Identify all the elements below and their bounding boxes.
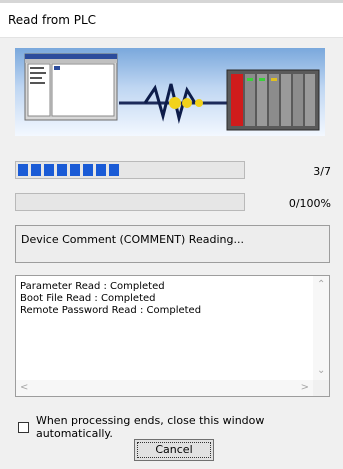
percent-progress-bar xyxy=(15,193,245,211)
title-bar[interactable]: Read from PLC xyxy=(0,3,343,37)
progress-segment xyxy=(57,164,67,176)
progress-segment xyxy=(18,164,28,176)
pc-to-plc-illustration xyxy=(24,53,320,131)
horizontal-scrollbar[interactable]: < > xyxy=(16,380,313,396)
log-line: Parameter Read : Completed xyxy=(20,281,165,292)
percent-counter: 0/100% xyxy=(288,197,331,210)
auto-close-option[interactable]: When processing ends, close this window … xyxy=(18,414,343,440)
cancel-button[interactable]: Cancel xyxy=(134,439,214,461)
log-list[interactable]: Parameter Read : Completed Boot File Rea… xyxy=(15,275,330,397)
data-dot-3 xyxy=(195,99,203,107)
progress-segment xyxy=(70,164,80,176)
plc-rack-icon xyxy=(226,69,320,131)
window-title: Read from PLC xyxy=(8,13,97,27)
status-box: Device Comment (COMMENT) Reading... xyxy=(15,225,330,263)
scroll-up-icon[interactable]: ⌃ xyxy=(317,280,325,290)
progress-segment xyxy=(83,164,93,176)
progress-segment xyxy=(96,164,106,176)
progress-segment xyxy=(109,164,119,176)
title-divider xyxy=(0,37,343,38)
vertical-scrollbar[interactable]: ⌃ ⌄ xyxy=(313,276,329,380)
progress-segment xyxy=(31,164,41,176)
log-line: Remote Password Read : Completed xyxy=(20,305,202,316)
data-dot-2 xyxy=(182,98,192,108)
step-progress-bar xyxy=(15,161,245,179)
step-progress-fill xyxy=(18,164,119,176)
progress-segment xyxy=(44,164,54,176)
data-dot-1 xyxy=(169,97,181,109)
plc-transfer-banner xyxy=(15,48,325,136)
status-text: Device Comment (COMMENT) Reading... xyxy=(21,233,244,246)
auto-close-checkbox[interactable] xyxy=(18,421,29,433)
software-window-icon xyxy=(24,53,118,121)
scroll-right-icon[interactable]: > xyxy=(301,383,309,393)
log-line: Boot File Read : Completed xyxy=(20,293,156,304)
scroll-down-icon[interactable]: ⌄ xyxy=(317,366,325,376)
scroll-left-icon[interactable]: < xyxy=(20,383,28,393)
log-lines: Parameter Read : Completed Boot File Rea… xyxy=(20,281,201,317)
auto-close-label[interactable]: When processing ends, close this window … xyxy=(36,414,343,440)
scrollbar-corner xyxy=(313,380,329,396)
step-counter: 3/7 xyxy=(313,165,331,178)
